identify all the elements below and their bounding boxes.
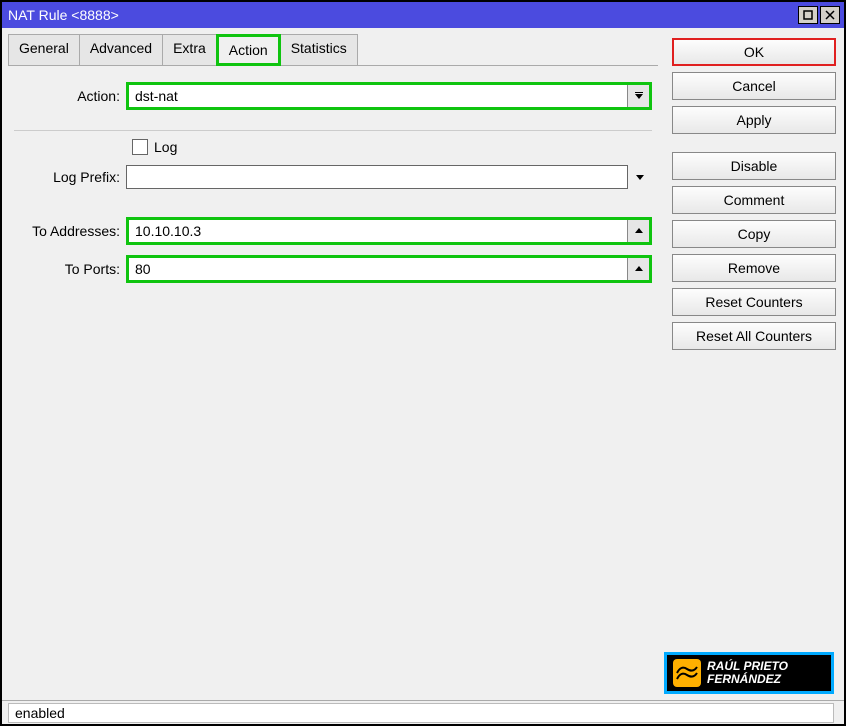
tab-extra[interactable]: Extra (162, 34, 217, 66)
log-label: Log (154, 139, 177, 155)
comment-button[interactable]: Comment (672, 186, 836, 214)
nat-rule-window: NAT Rule <8888> General Advanced Extra A… (0, 0, 846, 726)
copy-button[interactable]: Copy (672, 220, 836, 248)
tab-action[interactable]: Action (216, 34, 281, 66)
close-button[interactable] (820, 6, 840, 24)
apply-button[interactable]: Apply (672, 106, 836, 134)
statusbar: enabled (2, 700, 844, 724)
divider (14, 130, 652, 131)
chevron-down-icon (635, 172, 645, 182)
to-ports-input[interactable] (129, 258, 627, 280)
to-ports-field-wrap (126, 255, 652, 283)
tab-advanced[interactable]: Advanced (79, 34, 163, 66)
action-label: Action: (14, 88, 126, 104)
restore-button[interactable] (798, 6, 818, 24)
reset-counters-button[interactable]: Reset Counters (672, 288, 836, 316)
action-row: Action: (14, 82, 652, 110)
to-addresses-collapse-button[interactable] (627, 220, 649, 242)
log-prefix-row: Log Prefix: (14, 165, 652, 189)
action-field-wrap (126, 82, 652, 110)
titlebar: NAT Rule <8888> (2, 2, 844, 28)
brand-line2: FERNÁNDEZ (707, 673, 788, 686)
remove-button[interactable]: Remove (672, 254, 836, 282)
chevron-up-icon (634, 264, 644, 274)
spacer (672, 140, 836, 146)
action-dropdown[interactable] (129, 85, 627, 107)
brand-icon (673, 659, 701, 687)
log-checkbox[interactable] (132, 139, 148, 155)
window-title: NAT Rule <8888> (6, 7, 796, 23)
ok-button[interactable]: OK (672, 38, 836, 66)
to-ports-collapse-button[interactable] (627, 258, 649, 280)
action-dropdown-button[interactable] (627, 85, 649, 107)
side-button-panel: OK Cancel Apply Disable Comment Copy Rem… (664, 28, 844, 700)
main-panel: General Advanced Extra Action Statistics… (2, 28, 664, 700)
to-ports-label: To Ports: (14, 261, 126, 277)
tab-general[interactable]: General (8, 34, 80, 66)
chevron-up-icon (634, 226, 644, 236)
to-ports-row: To Ports: (14, 255, 652, 283)
brand-badge: RAÚL PRIETO FERNÁNDEZ (664, 652, 834, 694)
tabs: General Advanced Extra Action Statistics (8, 34, 658, 66)
status-text: enabled (8, 703, 834, 723)
window-body: General Advanced Extra Action Statistics… (2, 28, 844, 700)
dropdown-arrow-icon (634, 91, 644, 101)
reset-all-counters-button[interactable]: Reset All Counters (672, 322, 836, 350)
log-prefix-field-wrap (126, 165, 628, 189)
tab-content-action: Action: Log Log Prefix: (8, 65, 658, 700)
log-prefix-input[interactable] (127, 166, 627, 188)
to-addresses-label: To Addresses: (14, 223, 126, 239)
cancel-button[interactable]: Cancel (672, 72, 836, 100)
log-prefix-label: Log Prefix: (14, 169, 126, 185)
log-prefix-expand-button[interactable] (628, 172, 652, 182)
tab-statistics[interactable]: Statistics (280, 34, 358, 66)
log-row: Log (132, 139, 652, 155)
disable-button[interactable]: Disable (672, 152, 836, 180)
to-addresses-row: To Addresses: (14, 217, 652, 245)
to-addresses-input[interactable] (129, 220, 627, 242)
brand-text: RAÚL PRIETO FERNÁNDEZ (707, 660, 788, 686)
to-addresses-field-wrap (126, 217, 652, 245)
